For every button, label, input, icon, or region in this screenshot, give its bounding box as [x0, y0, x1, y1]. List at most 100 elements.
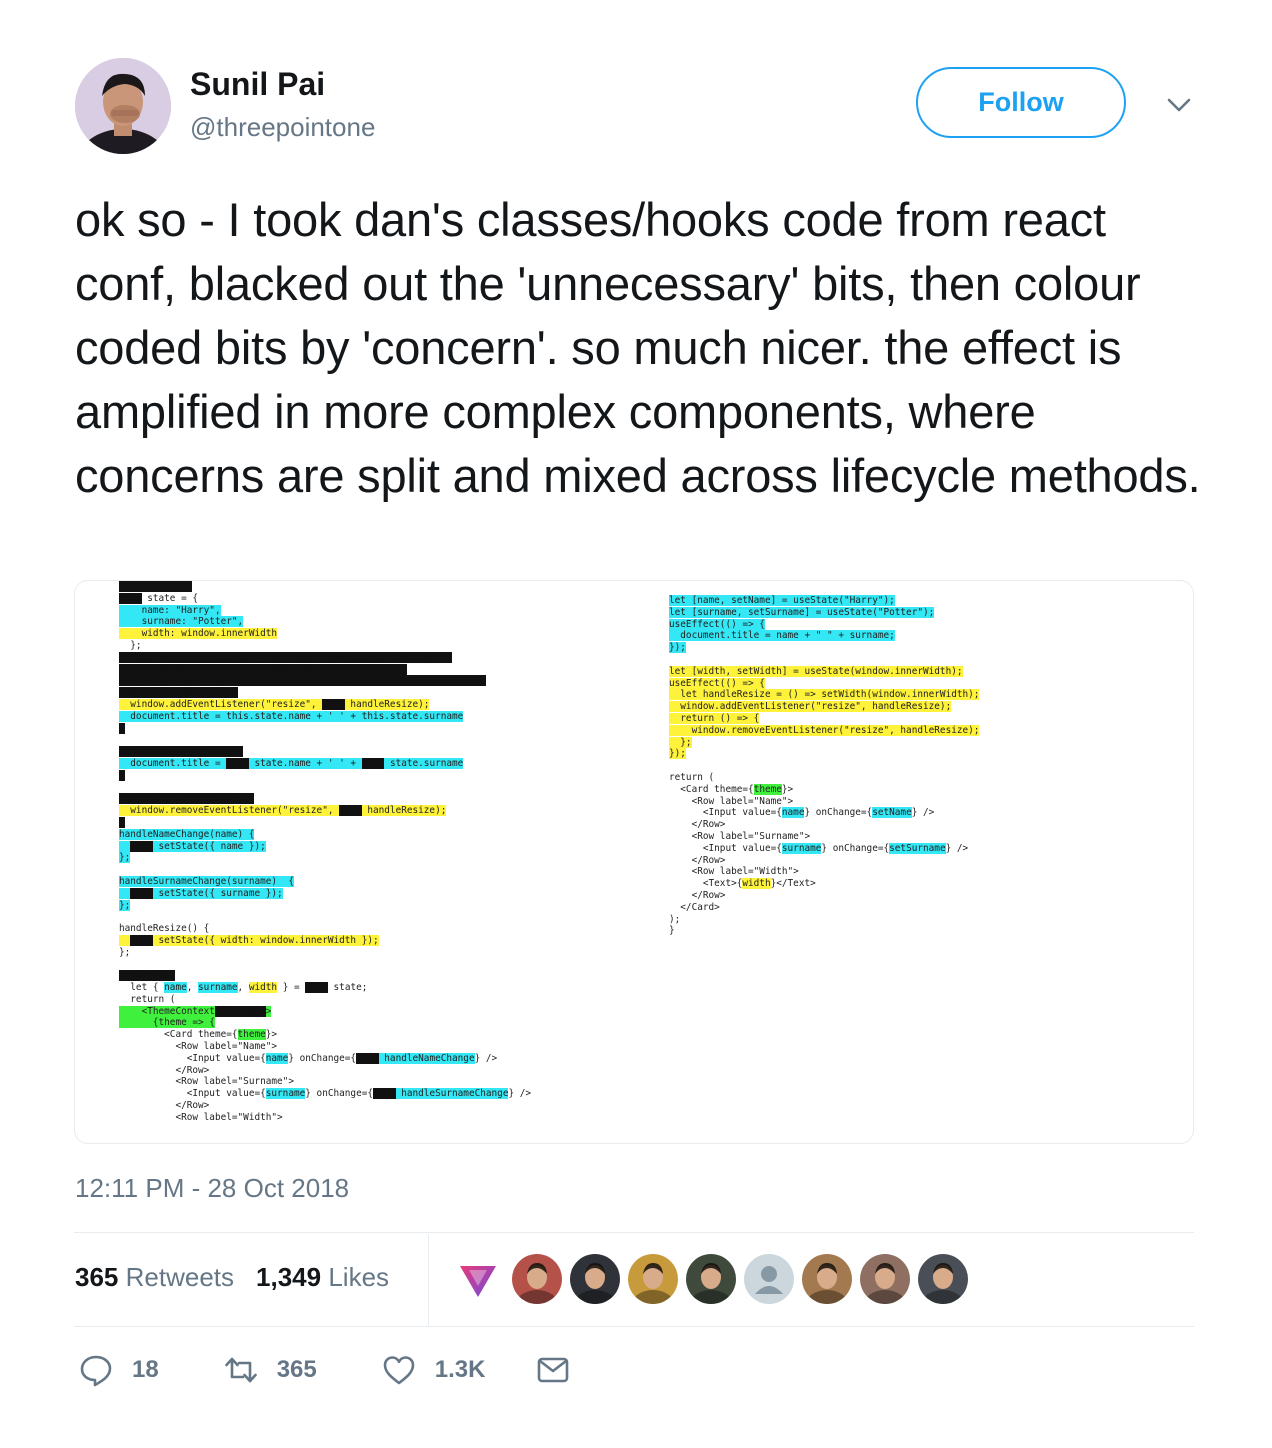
code-segment: } = — [277, 982, 306, 994]
liker-avatar[interactable] — [802, 1254, 852, 1304]
likes-label: Likes — [328, 1262, 390, 1292]
code-segment: this — [226, 757, 249, 769]
code-segment: this — [339, 805, 362, 817]
reply-button[interactable]: 18 — [78, 1352, 159, 1388]
like-button[interactable]: 1.3K — [381, 1352, 486, 1388]
code-segment: window.removeEventListener("resize", — [119, 805, 340, 817]
code-segment: <Input value={ — [669, 842, 782, 854]
code-segment: </Row> — [669, 819, 726, 831]
code-line: this.handleResize = this.handleResize.bi… — [119, 663, 531, 676]
code-line: componentDidUpdate() { — [119, 746, 531, 758]
code-segment: <Row label="Width"> — [119, 1111, 283, 1123]
code-line: let [width, setWidth] = useState(window.… — [669, 665, 979, 678]
chevron-down-icon[interactable] — [1162, 92, 1196, 118]
code-segment: handleResize() { — [119, 923, 210, 935]
liker-avatar[interactable] — [860, 1254, 910, 1304]
direct-message-button[interactable] — [535, 1352, 571, 1388]
code-segment: <Input value={ — [669, 807, 782, 819]
code-line: }); — [669, 642, 979, 654]
liker-avatar[interactable] — [686, 1254, 736, 1304]
tweet-image[interactable]: super(props); this state = { name: "Harry… — [74, 580, 1194, 1144]
code-screenshot-classes: super(props); this state = { name: "Harry… — [119, 581, 531, 1124]
code-line: this.handleSurnameChange = this.handleSu… — [119, 675, 531, 687]
liker-avatar[interactable] — [918, 1254, 968, 1304]
code-line: componentDidMount() { — [119, 687, 531, 699]
code-segment: surname — [265, 1088, 306, 1100]
code-segment: name — [265, 1052, 289, 1064]
code-line: } — [119, 769, 531, 782]
retweets-stat[interactable]: 365 Retweets — [75, 1262, 234, 1293]
code-segment: </Row> — [669, 889, 726, 901]
code-line: this.handleNameChange = this.handleNameC… — [119, 651, 531, 664]
code-segment: width — [248, 982, 278, 994]
author-avatar[interactable] — [75, 58, 171, 154]
code-line: this state = { — [119, 592, 531, 605]
tweet-timestamp[interactable]: 12:11 PM - 28 Oct 2018 — [75, 1173, 349, 1204]
user-photo — [918, 1254, 968, 1304]
code-segment: setName — [872, 807, 912, 819]
code-line: this setState({ width: window.innerWidth… — [119, 934, 531, 947]
code-line: document.title = this.state.name + ' ' +… — [119, 710, 531, 723]
code-segment: let [name, setName] = useState("Harry"); — [669, 595, 895, 606]
code-segment: handleResize); — [344, 698, 430, 710]
reply-count: 18 — [132, 1356, 159, 1383]
code-line: <ThemeContext Consumer> — [119, 1005, 531, 1018]
code-segment: this — [130, 887, 153, 899]
user-photo — [570, 1254, 620, 1304]
code-segment: window.removeEventListener("resize", han… — [669, 724, 980, 736]
code-line: useEffect(() => { — [669, 677, 979, 690]
code-segment: surname — [781, 842, 822, 854]
code-line: </Row> — [669, 855, 979, 867]
liker-avatar[interactable] — [512, 1254, 562, 1304]
code-segment: handleSurnameChange — [395, 1088, 509, 1100]
code-segment: }> — [265, 1029, 278, 1041]
liker-avatar[interactable] — [744, 1254, 794, 1304]
code-segment: }> — [781, 783, 794, 795]
reply-icon — [80, 1355, 112, 1387]
likes-stat[interactable]: 1,349 Likes — [256, 1262, 389, 1293]
code-segment: return () => { — [669, 712, 760, 724]
author-handle[interactable]: @threepointone — [190, 112, 375, 143]
code-segment: state = { — [141, 592, 199, 604]
code-segment: return ( — [119, 993, 176, 1005]
code-segment: let handleResize = () => setWidth(window… — [669, 689, 980, 701]
code-segment: }; — [119, 852, 131, 864]
code-segment: state.surname — [384, 757, 464, 769]
code-segment: <Text>{ — [669, 878, 743, 890]
author-name[interactable]: Sunil Pai — [190, 66, 325, 103]
code-segment: } onChange={ — [305, 1088, 373, 1100]
code-line: let { name, surname, width } = this stat… — [119, 982, 531, 994]
like-count: 1.3K — [434, 1356, 486, 1383]
code-segment: handleNameChange — [378, 1052, 475, 1064]
code-segment: {theme => { — [119, 1017, 215, 1029]
code-segment: handleResize); — [361, 805, 447, 817]
code-segment: document.title = name + " " + surname; — [669, 630, 895, 642]
code-segment: name — [781, 807, 805, 819]
avatar-photo — [75, 58, 171, 154]
code-line: handleResize() { — [119, 923, 531, 935]
code-line: handleSurnameChange(surname) { — [119, 875, 531, 888]
code-segment: , — [186, 982, 199, 994]
code-line: return ( — [119, 994, 531, 1006]
code-line: let handleResize = () => setWidth(window… — [669, 689, 980, 701]
code-segment: }; — [119, 639, 142, 651]
code-segment: <Input value={ — [119, 1088, 266, 1100]
code-line: surname: "Potter", — [119, 616, 531, 628]
code-segment: window.addEventListener("resize", handle… — [669, 701, 952, 713]
code-segment: let [surname, setSurname] = useState("Po… — [669, 606, 935, 618]
code-line: }; — [119, 947, 531, 959]
liker-avatar[interactable] — [570, 1254, 620, 1304]
code-line: render() { — [119, 970, 531, 982]
code-segment: } — [119, 816, 125, 828]
code-segment: name — [164, 982, 187, 994]
code-line: componentWillUnmount() { — [119, 793, 531, 805]
retweet-button[interactable]: 365 — [223, 1352, 317, 1388]
code-line: {theme => { — [119, 1017, 531, 1029]
liker-logo-icon[interactable] — [456, 1257, 500, 1301]
code-segment: }; — [119, 946, 131, 958]
liker-avatar[interactable] — [628, 1254, 678, 1304]
follow-button[interactable]: Follow — [916, 67, 1126, 138]
